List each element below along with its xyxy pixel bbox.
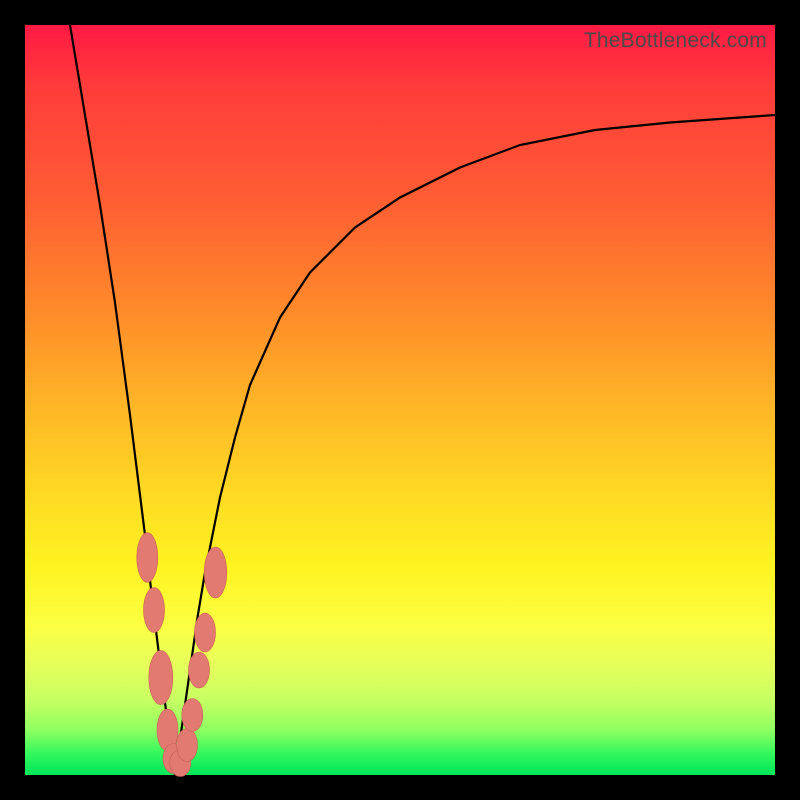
data-marker [144, 588, 165, 633]
data-marker [177, 729, 198, 762]
marker-group [137, 533, 227, 777]
chart-curve-svg [25, 25, 775, 775]
data-marker [189, 652, 210, 688]
chart-frame: TheBottleneck.com [0, 0, 800, 800]
data-marker [204, 547, 227, 598]
data-marker [149, 651, 173, 705]
chart-plot-area: TheBottleneck.com [25, 25, 775, 775]
data-marker [137, 533, 158, 583]
curve-right-branch [175, 115, 775, 775]
data-marker [182, 699, 203, 732]
data-marker [195, 613, 216, 652]
